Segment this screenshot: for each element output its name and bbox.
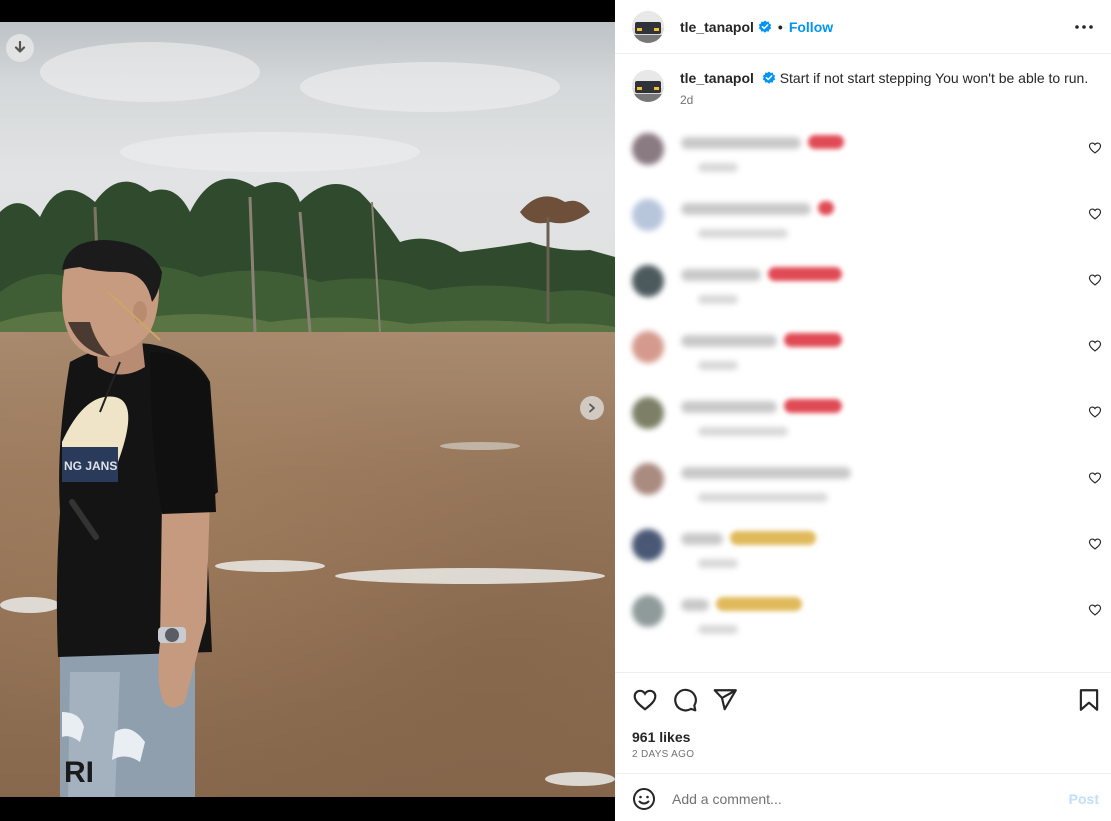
post-timestamp: 2 DAYS AGO: [632, 749, 695, 760]
likes-count[interactable]: 961 likes: [632, 729, 690, 745]
add-comment-bar: Post: [615, 773, 1111, 821]
blurred-comment: [632, 395, 1102, 451]
like-comment-heart-icon[interactable]: [1088, 471, 1102, 485]
chevron-right-icon: [589, 403, 595, 413]
blurred-comment: [632, 197, 1102, 253]
like-heart-icon[interactable]: [632, 687, 658, 713]
author-avatar[interactable]: [632, 10, 664, 43]
like-comment-heart-icon[interactable]: [1088, 537, 1102, 551]
post-caption: tle_tanapol Start if not start stepping …: [632, 69, 1102, 109]
caption-text: Start if not start stepping You won't be…: [779, 70, 1089, 86]
author-username[interactable]: tle_tanapol: [680, 19, 754, 35]
verified-badge-icon: [758, 20, 772, 33]
more-options-button[interactable]: [1071, 14, 1097, 40]
svg-text:NG JANS: NG JANS: [64, 459, 117, 473]
like-comment-heart-icon[interactable]: [1088, 603, 1102, 617]
blurred-comment: [632, 593, 1102, 649]
like-comment-heart-icon[interactable]: [1088, 339, 1102, 353]
blurred-comment: [632, 329, 1102, 385]
post-photo[interactable]: RI NG JANS: [0, 22, 615, 797]
blurred-comment: [632, 131, 1102, 187]
blurred-comment: [632, 263, 1102, 319]
photo-person: RI NG JANS: [56, 240, 218, 797]
emoji-smile-icon[interactable]: [632, 787, 656, 811]
post-actions: 961 likes 2 DAYS AGO: [615, 672, 1111, 772]
like-comment-heart-icon[interactable]: [1088, 405, 1102, 419]
instagram-post-modal: RI NG JANS tle_tanapol • Follow tle_tana…: [0, 0, 1111, 821]
verified-badge-icon: [762, 71, 775, 84]
like-comment-heart-icon[interactable]: [1088, 141, 1102, 155]
like-comment-heart-icon[interactable]: [1088, 273, 1102, 287]
caption-username[interactable]: tle_tanapol: [680, 70, 754, 86]
save-bookmark-icon[interactable]: [1076, 687, 1102, 713]
post-comment-button[interactable]: Post: [1069, 791, 1099, 807]
comment-input[interactable]: [672, 786, 1052, 812]
more-options-icon: [1075, 25, 1093, 29]
post-media: RI NG JANS: [0, 0, 615, 821]
post-side-panel: tle_tanapol • Follow tle_tanapol Start i…: [615, 0, 1111, 821]
caption-author-avatar[interactable]: [632, 70, 664, 102]
blurred-comment: [632, 461, 1102, 517]
like-comment-heart-icon[interactable]: [1088, 207, 1102, 221]
comment-bubble-icon[interactable]: [672, 687, 698, 713]
download-icon: [14, 41, 26, 53]
svg-text:RI: RI: [64, 756, 94, 789]
download-button[interactable]: [6, 34, 34, 62]
header-separator: •: [777, 18, 783, 35]
blurred-comment: [632, 527, 1102, 583]
caption-timestamp: 2d: [680, 93, 694, 107]
comments-section[interactable]: tle_tanapol Start if not start stepping …: [615, 55, 1111, 672]
share-paper-plane-icon[interactable]: [712, 687, 738, 713]
follow-button[interactable]: Follow: [789, 19, 833, 35]
next-media-button[interactable]: [580, 396, 604, 420]
post-header: tle_tanapol • Follow: [615, 0, 1111, 54]
